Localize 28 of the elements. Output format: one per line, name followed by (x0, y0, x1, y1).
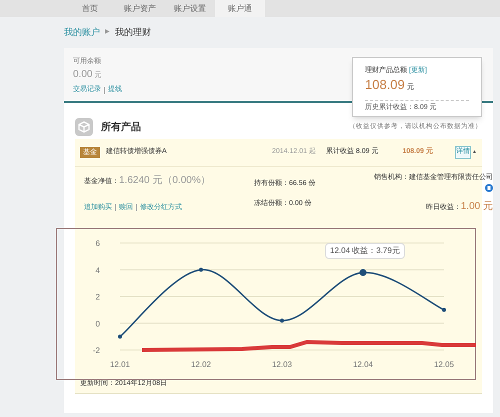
axis-label: 12.03 (272, 360, 292, 369)
nav-tab[interactable]: 账户通 (215, 0, 265, 17)
axis-label: 12.01 (110, 360, 130, 369)
breadcrumb-current: 我的理财 (115, 26, 151, 39)
data-point (118, 334, 122, 339)
axis-label: 2 (96, 292, 100, 302)
data-point (280, 318, 284, 323)
data-point (442, 308, 446, 312)
axis-label: -2 (92, 346, 100, 355)
nav-tab[interactable]: 账户设置 (165, 0, 215, 17)
breadcrumb-link[interactable]: 我的账户 (64, 26, 100, 40)
balance-amount: 0.00 (73, 68, 92, 82)
summary-amount: 108.09 (365, 76, 405, 94)
yesterday-value: 1.00 元 (460, 200, 493, 214)
chart-tooltip: 12.04 收益：3.79元 (325, 242, 405, 259)
nav-tab[interactable]: 首页 (65, 0, 115, 17)
axis-label: 0 (96, 319, 100, 328)
nav-tab[interactable]: 账户资产 (115, 0, 165, 17)
nav-value: 1.6240 元（0.00%） (119, 174, 211, 188)
section-title: 所有产品 (101, 120, 141, 134)
axis-label: 6 (96, 239, 100, 248)
axis-label: 4 (96, 266, 100, 275)
axis-label: 12.02 (190, 360, 212, 369)
axis-label: 12.04 (352, 360, 374, 369)
data-point (360, 269, 366, 276)
data-point (199, 268, 203, 272)
cube-icon (75, 118, 93, 136)
axis-label: 12.05 (434, 360, 454, 369)
